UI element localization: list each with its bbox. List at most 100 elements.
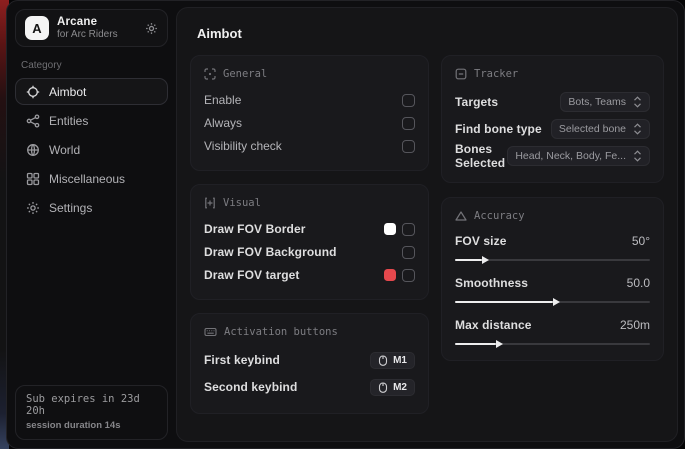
session-duration-text: session duration 14s <box>26 420 157 431</box>
general-card-header: General <box>204 68 415 80</box>
gear-icon[interactable] <box>145 22 158 35</box>
sidebar-item-aimbot[interactable]: Aimbot <box>15 78 168 105</box>
keybind-row-second: Second keybind M2 <box>204 374 415 400</box>
page-title: Aimbot <box>197 26 666 41</box>
slider-fill <box>455 259 482 261</box>
app-logo: A <box>25 16 49 40</box>
screen: A Arcane for Arc Riders Category <box>0 0 685 449</box>
smoothness-slider[interactable] <box>455 301 650 303</box>
brand-card: A Arcane for Arc Riders <box>15 9 168 47</box>
sidebar-item-entities[interactable]: Entities <box>15 107 168 134</box>
setting-label: Bones Selected <box>455 142 507 170</box>
mouse-icon <box>378 355 388 366</box>
setting-label: Always <box>204 116 242 130</box>
sidebar: A Arcane for Arc Riders Category <box>7 1 176 448</box>
fov-border-checkbox[interactable] <box>402 223 415 236</box>
keyboard-icon <box>204 326 217 338</box>
slider-value: 250m <box>620 318 650 332</box>
enable-checkbox[interactable] <box>402 94 415 107</box>
setting-label: Find bone type <box>455 122 542 136</box>
setting-label: Smoothness <box>455 276 528 290</box>
bones-selected-dropdown[interactable]: Head, Neck, Body, Fe... <box>507 146 650 166</box>
setting-label: Draw FOV target <box>204 268 300 282</box>
category-nav: Aimbot Entities <box>15 78 168 223</box>
tracker-card-header: Tracker <box>455 68 650 80</box>
slider-row-max-distance: Max distance 250m <box>455 315 650 345</box>
accuracy-card: Accuracy FOV size 50° <box>441 197 664 361</box>
visibility-check-checkbox[interactable] <box>402 140 415 153</box>
fov-background-checkbox[interactable] <box>402 246 415 259</box>
setting-label: Enable <box>204 93 241 107</box>
card-title: Tracker <box>474 68 518 80</box>
sidebar-item-label: Entities <box>49 114 88 128</box>
setting-label: Draw FOV Border <box>204 222 306 236</box>
fov-size-slider[interactable] <box>455 259 650 261</box>
first-keybind-button[interactable]: M1 <box>370 352 415 369</box>
gear-icon <box>26 201 40 215</box>
tracker-row-bone-type: Find bone type Selected bone <box>455 116 650 142</box>
sidebar-item-label: World <box>49 143 80 157</box>
sidebar-item-world[interactable]: World <box>15 136 168 163</box>
find-bone-type-dropdown[interactable]: Selected bone <box>551 119 650 139</box>
globe-icon <box>26 143 40 157</box>
app-window: A Arcane for Arc Riders Category <box>6 0 685 449</box>
right-column: Tracker Targets Bots, Teams <box>441 55 664 414</box>
visual-card: Visual Draw FOV Border Draw FOV Backgrou… <box>190 184 429 300</box>
sidebar-item-label: Aimbot <box>49 85 86 99</box>
unfold-icon <box>633 96 642 108</box>
slider-value: 50° <box>632 234 650 248</box>
setting-label: FOV size <box>455 234 506 248</box>
tracker-row-bones-selected: Bones Selected Head, Neck, Body, Fe... <box>455 143 650 169</box>
keybind-value: M1 <box>393 355 407 366</box>
second-keybind-button[interactable]: M2 <box>370 379 415 396</box>
unfold-icon <box>633 150 642 162</box>
max-distance-slider[interactable] <box>455 343 650 345</box>
triangle-icon <box>455 210 467 222</box>
plus-box-icon <box>204 197 216 209</box>
setting-row-fov-border: Draw FOV Border <box>204 218 415 240</box>
setting-row-fov-background: Draw FOV Background <box>204 241 415 263</box>
fov-target-checkbox[interactable] <box>402 269 415 282</box>
setting-row-fov-target: Draw FOV target <box>204 264 415 286</box>
setting-label: Draw FOV Background <box>204 245 337 259</box>
keybind-value: M2 <box>393 382 407 393</box>
accuracy-card-header: Accuracy <box>455 210 650 222</box>
unfold-icon <box>633 123 642 135</box>
setting-row-enable: Enable <box>204 89 415 111</box>
setting-label: Targets <box>455 95 498 109</box>
always-checkbox[interactable] <box>402 117 415 130</box>
setting-label: Max distance <box>455 318 532 332</box>
card-title: Activation buttons <box>224 326 338 338</box>
subscription-card: Sub expires in 23d 20h session duration … <box>15 385 168 440</box>
slider-fill <box>455 301 553 303</box>
slider-value: 50.0 <box>627 276 650 290</box>
app-name: Arcane <box>57 16 118 28</box>
card-title: Accuracy <box>474 210 525 222</box>
setting-label: Visibility check <box>204 139 282 153</box>
slider-fill <box>455 343 496 345</box>
activation-card-header: Activation buttons <box>204 326 415 338</box>
sidebar-item-miscellaneous[interactable]: Miscellaneous <box>15 165 168 192</box>
mouse-icon <box>378 382 388 393</box>
setting-label: Second keybind <box>204 380 297 394</box>
minus-box-icon <box>455 68 467 80</box>
activation-card: Activation buttons First keybind M1 <box>190 313 429 414</box>
dropdown-value: Bots, Teams <box>568 96 626 108</box>
sidebar-item-settings[interactable]: Settings <box>15 194 168 221</box>
card-title: General <box>223 68 267 80</box>
slider-row-smoothness: Smoothness 50.0 <box>455 273 650 303</box>
dropdown-value: Selected bone <box>559 123 626 135</box>
crosshair-icon <box>26 85 40 99</box>
color-swatch[interactable] <box>384 223 396 235</box>
category-label: Category <box>21 60 162 71</box>
dropdown-value: Head, Neck, Body, Fe... <box>515 150 626 162</box>
scan-icon <box>204 68 216 80</box>
sub-expiry-text: Sub expires in 23d 20h <box>26 393 157 417</box>
setting-row-visibility-check: Visibility check <box>204 135 415 157</box>
setting-row-always: Always <box>204 112 415 134</box>
color-swatch[interactable] <box>384 269 396 281</box>
setting-label: First keybind <box>204 353 280 367</box>
slider-row-fov-size: FOV size 50° <box>455 231 650 261</box>
app-subtitle: for Arc Riders <box>57 29 118 40</box>
targets-dropdown[interactable]: Bots, Teams <box>560 92 650 112</box>
